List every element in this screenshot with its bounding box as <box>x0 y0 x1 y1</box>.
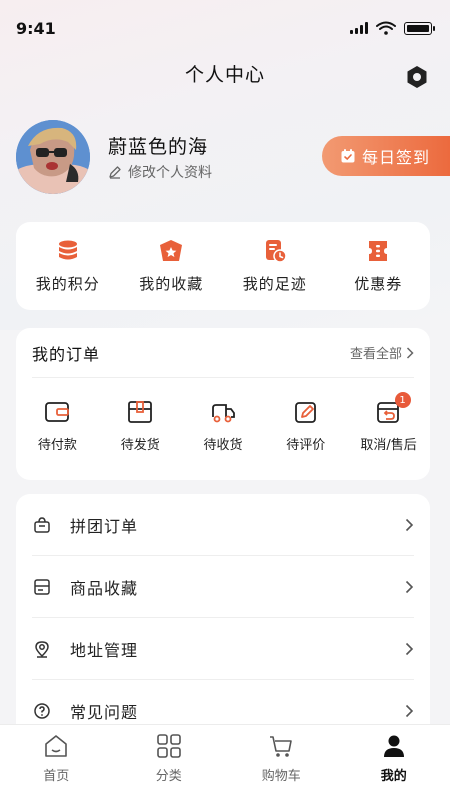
tab-home[interactable]: 首页 <box>0 725 113 800</box>
checkin-label: 每日签到 <box>362 148 431 167</box>
menu-item-product-favorites[interactable]: 商品收藏 <box>32 556 414 618</box>
bottom-tab-bar: 首页 分类 购物车 我的 <box>0 724 450 800</box>
tab-cart[interactable]: 购物车 <box>225 725 338 800</box>
menu-item-address[interactable]: 地址管理 <box>32 618 414 680</box>
order-pending-shipment[interactable]: 待发货 <box>99 400 182 453</box>
avatar-image <box>16 120 90 194</box>
user-icon <box>383 735 404 757</box>
quick-links-card: 我的积分 我的收藏 我的足迹 优惠券 <box>16 222 430 310</box>
cart-icon <box>270 736 293 757</box>
quick-link-label: 我的足迹 <box>242 274 307 293</box>
quick-link-points[interactable]: 我的积分 <box>16 222 120 310</box>
truck-icon <box>212 404 235 423</box>
quick-link-footprint[interactable]: 我的足迹 <box>223 222 327 310</box>
after-sales-badge: 1 <box>394 392 411 408</box>
order-after-sales[interactable]: 1 取消/售后 <box>347 392 430 453</box>
page-title: 个人中心 <box>184 64 265 86</box>
quick-link-label: 优惠券 <box>354 274 403 293</box>
tab-mine[interactable]: 我的 <box>338 725 450 800</box>
menu-item-label: 拼团订单 <box>70 516 139 536</box>
points-icon <box>58 240 77 259</box>
order-status-label: 取消/售后 <box>360 438 417 453</box>
quick-link-coupons[interactable]: 优惠券 <box>327 222 431 310</box>
menu-item-label: 商品收藏 <box>70 578 139 598</box>
question-icon <box>34 702 50 719</box>
username: 蔚蓝色的海 <box>108 136 209 158</box>
view-all-label: 查看全部 <box>349 347 402 362</box>
tab-label: 分类 <box>155 769 182 784</box>
chevron-right-icon <box>406 346 414 359</box>
category-icon <box>156 734 181 758</box>
location-icon <box>35 640 49 658</box>
daily-checkin-button[interactable]: 每日签到 <box>322 136 450 176</box>
footprint-icon <box>265 239 287 263</box>
status-time: 9:41 <box>16 18 56 38</box>
orders-title: 我的订单 <box>32 344 101 364</box>
menu-item-group-orders[interactable]: 拼团订单 <box>32 494 414 556</box>
edit-profile-link[interactable]: 修改个人资料 <box>108 162 212 182</box>
status-bar: 9:41 <box>0 0 450 56</box>
orders-header: 我的订单 查看全部 <box>32 328 414 378</box>
order-status-label: 待发货 <box>120 438 160 453</box>
edit-icon <box>294 402 316 423</box>
tab-label: 首页 <box>43 769 70 784</box>
quick-link-label: 我的收藏 <box>139 274 204 293</box>
menu-card: 拼团订单 商品收藏 地址管理 常见问题 <box>16 494 430 744</box>
chevron-right-icon <box>405 518 414 531</box>
settings-button[interactable] <box>404 64 430 90</box>
favorites-icon <box>160 239 183 261</box>
view-all-orders-link[interactable]: 查看全部 <box>350 343 414 362</box>
coupon-icon <box>369 240 388 261</box>
quick-link-favorites[interactable]: 我的收藏 <box>120 222 224 310</box>
chevron-right-icon <box>405 642 414 655</box>
chevron-right-icon <box>405 580 414 593</box>
quick-link-label: 我的积分 <box>35 274 100 293</box>
battery-icon <box>404 21 435 35</box>
tab-category[interactable]: 分类 <box>113 725 226 800</box>
order-pending-review[interactable]: 待评价 <box>264 400 347 453</box>
bag-icon <box>34 516 50 533</box>
menu-item-label: 常见问题 <box>70 702 139 722</box>
order-status-label: 待评价 <box>286 438 326 453</box>
orders-card: 我的订单 查看全部 待付款 待发货 待收货 待评价 1 取消/售后 <box>16 328 430 480</box>
collection-icon <box>34 578 50 595</box>
edit-profile-label: 修改个人资料 <box>128 165 212 181</box>
home-icon <box>45 735 68 757</box>
tab-label: 购物车 <box>261 769 301 784</box>
tab-label: 我的 <box>380 769 407 784</box>
wifi-icon <box>376 21 396 35</box>
order-status-row: 待付款 待发货 待收货 待评价 1 取消/售后 <box>16 392 430 453</box>
chevron-right-icon <box>405 704 414 717</box>
calendar-check-icon <box>341 149 355 163</box>
status-icons <box>350 21 435 35</box>
signal-icon <box>350 22 368 34</box>
order-status-label: 待付款 <box>37 438 77 453</box>
order-pending-payment[interactable]: 待付款 <box>16 400 99 453</box>
pencil-icon <box>109 166 121 179</box>
order-pending-receipt[interactable]: 待收货 <box>182 400 265 453</box>
avatar[interactable] <box>16 120 90 194</box>
wallet-icon <box>45 402 70 422</box>
package-icon <box>128 401 153 423</box>
menu-item-label: 地址管理 <box>70 640 139 660</box>
gear-icon <box>407 66 427 88</box>
order-status-label: 待收货 <box>203 438 243 453</box>
